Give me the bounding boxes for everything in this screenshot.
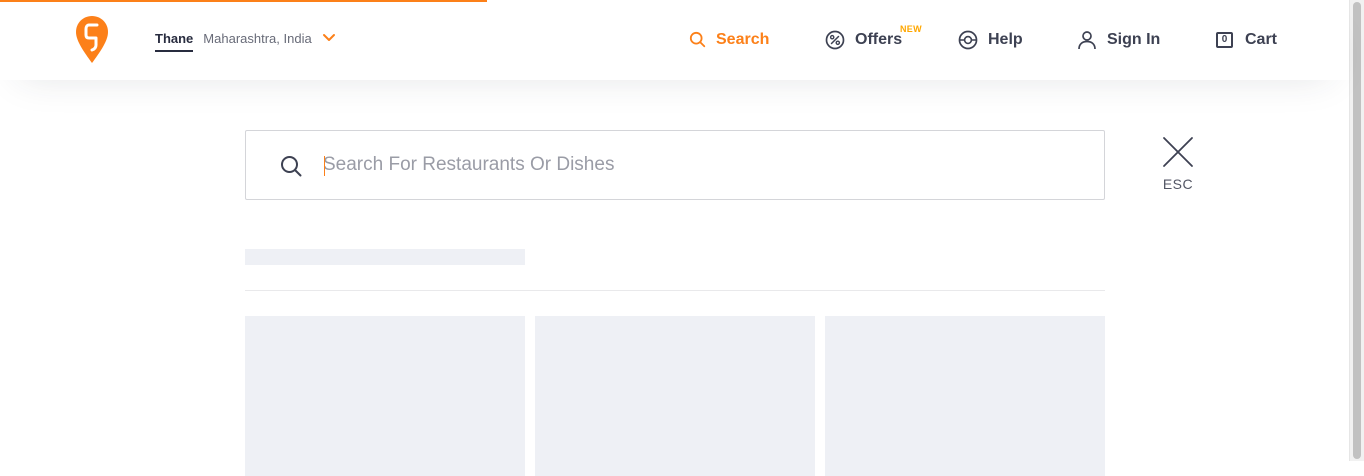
nav-cart-label: Cart xyxy=(1245,31,1278,48)
cart-count: 0 xyxy=(1221,33,1228,45)
location-region: Maharashtra, India xyxy=(203,30,312,46)
close-icon xyxy=(1163,137,1193,167)
search-icon xyxy=(689,31,706,48)
location-city: Thane xyxy=(155,31,194,52)
scrollbar-thumb[interactable] xyxy=(1353,2,1361,459)
close-search-button[interactable]: ESC xyxy=(1158,134,1198,192)
cart-icon: 0 xyxy=(1216,31,1233,48)
nav-offers-label: Offers xyxy=(855,31,903,48)
skeleton-card xyxy=(245,316,525,476)
nav-search[interactable]: Search xyxy=(689,28,769,52)
nav-sign-in[interactable]: Sign In xyxy=(1077,28,1160,52)
swiggy-logo-icon[interactable] xyxy=(76,16,108,64)
nav-help[interactable]: Help xyxy=(958,28,1023,52)
nav-search-label: Search xyxy=(716,31,770,48)
search-bar[interactable] xyxy=(245,130,1105,200)
location-selector[interactable]: Thane Maharashtra, India xyxy=(155,28,336,54)
search-input[interactable] xyxy=(323,149,1063,181)
user-icon xyxy=(1078,31,1096,50)
search-icon xyxy=(281,156,302,177)
chevron-down-icon xyxy=(322,34,335,41)
nav-cart[interactable]: 0 Cart xyxy=(1216,28,1277,52)
page-loading-bar xyxy=(0,0,487,2)
skeleton-card xyxy=(535,316,815,476)
skeleton-title xyxy=(245,249,525,265)
skeleton-card xyxy=(825,316,1105,476)
nav-help-label: Help xyxy=(988,31,1023,48)
top-header: Thane Maharashtra, India Search Offers N… xyxy=(0,0,1349,80)
esc-label: ESC xyxy=(1162,176,1194,192)
nav-offers[interactable]: Offers NEW xyxy=(825,24,922,52)
divider xyxy=(245,290,1105,291)
nav-sign-in-label: Sign In xyxy=(1107,31,1161,48)
help-icon xyxy=(958,30,978,50)
scrollbar[interactable] xyxy=(1349,0,1364,461)
offers-icon xyxy=(825,30,845,50)
offers-new-badge: NEW xyxy=(900,24,922,34)
text-caret xyxy=(324,156,325,176)
